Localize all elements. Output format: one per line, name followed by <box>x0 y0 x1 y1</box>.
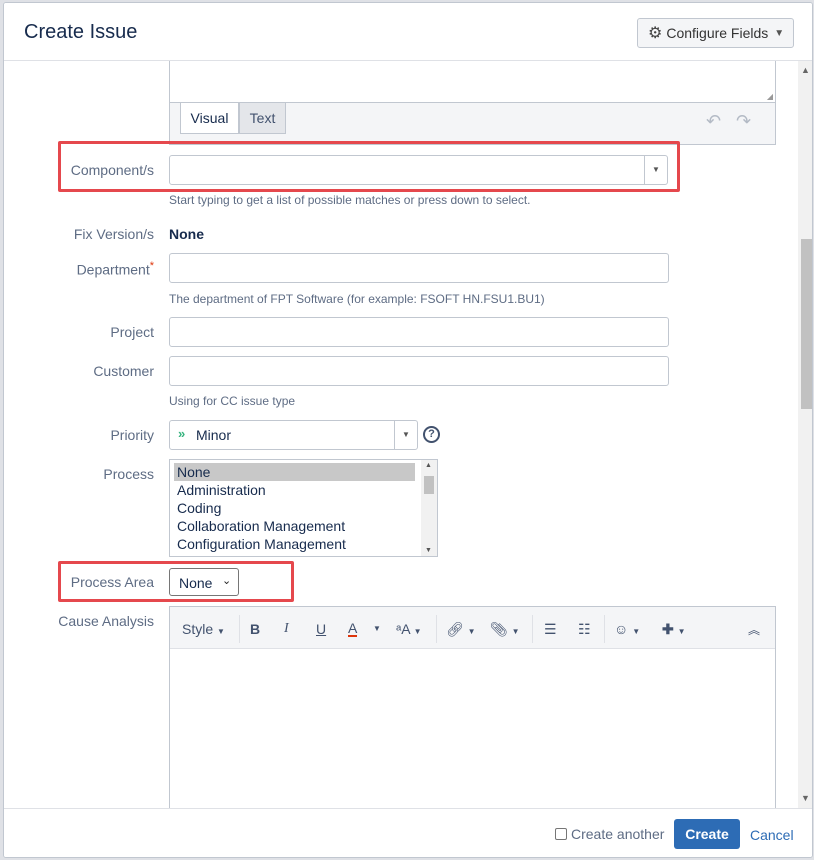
department-help: The department of FPT Software (for exam… <box>169 292 545 306</box>
italic-icon[interactable]: I <box>284 621 289 637</box>
process-label: Process <box>103 466 154 482</box>
department-label: Department* <box>4 260 154 278</box>
emoticon-icon[interactable]: ☺ ▼ <box>614 621 640 637</box>
scroll-down-icon[interactable]: ▼ <box>425 547 432 554</box>
toolbar-divider <box>239 615 240 643</box>
required-mark: * <box>149 260 154 272</box>
text-color-icon[interactable]: A <box>348 621 358 637</box>
components-label: Component/s <box>70 162 154 178</box>
configure-fields-button[interactable]: ⚙ Configure Fields ▼ <box>637 18 794 48</box>
dialog-scroll-thumb[interactable] <box>801 239 812 409</box>
gear-icon: ⚙ <box>648 25 663 42</box>
attachment-icon[interactable]: 📎︎ ▼ <box>490 621 520 638</box>
dialog-title: Create Issue <box>24 21 138 43</box>
chevron-down-icon: ⌄ <box>222 575 232 587</box>
project-label: Project <box>110 324 154 340</box>
chevron-down-icon: ▼ <box>774 27 785 39</box>
editor-toolbar: Style ▼ B I U A ▼ ᵃA ▼ 🔗︎ ▼ 📎︎ ▼ ☰ ☷ ☺ ▼… <box>170 607 775 649</box>
tab-visual[interactable]: Visual <box>180 103 239 134</box>
cause-analysis-label: Cause Analysis <box>58 613 154 629</box>
process-area-label: Process Area <box>70 574 154 590</box>
customer-label: Customer <box>93 363 154 379</box>
process-option[interactable]: Administration <box>170 481 437 499</box>
dialog-footer: Create another Create Cancel <box>4 808 812 857</box>
scroll-up-icon[interactable]: ▲ <box>801 65 810 75</box>
scroll-down-icon[interactable]: ▼ <box>801 793 810 803</box>
bold-icon[interactable]: B <box>250 621 260 637</box>
process-option[interactable]: Coding <box>170 499 437 517</box>
description-editor-area[interactable]: ◢ <box>169 61 776 103</box>
create-button[interactable]: Create <box>674 819 740 849</box>
process-option[interactable]: None <box>174 463 415 481</box>
customer-help: Using for CC issue type <box>169 394 296 408</box>
priority-dropdown-toggle[interactable]: ▼ <box>394 421 417 449</box>
bullet-list-icon[interactable]: ☰ <box>544 621 557 638</box>
scroll-up-icon[interactable]: ▲ <box>425 462 432 469</box>
style-label: Style <box>182 621 214 637</box>
project-input[interactable] <box>169 317 669 347</box>
components-dropdown-toggle[interactable]: ▼ <box>644 156 667 184</box>
dialog-scrollbar[interactable]: ▲ ▼ <box>798 61 812 808</box>
fix-versions-label: Fix Version/s <box>73 226 154 242</box>
text-format-icon[interactable]: ᵃA ▼ <box>396 621 422 637</box>
toolbar-divider <box>604 615 605 643</box>
redo-icon[interactable]: ↷ <box>736 111 751 132</box>
numbered-list-icon[interactable]: ☷ <box>578 621 591 638</box>
dialog-body: ◢ Visual Text ↶ ↷ Component/s ▼ Start ty… <box>4 61 798 808</box>
process-option[interactable]: Collaboration Management <box>170 517 437 535</box>
create-issue-dialog: Create Issue ⚙ Configure Fields ▼ ◢ Visu… <box>3 2 813 858</box>
toolbar-divider <box>532 615 533 643</box>
help-icon[interactable]: ? <box>423 426 440 443</box>
create-another-label: Create another <box>571 826 665 842</box>
toolbar-divider <box>436 615 437 643</box>
process-scrollbar[interactable]: ▲ ▼ <box>421 460 437 556</box>
components-help: Start typing to get a list of possible m… <box>169 193 531 207</box>
underline-icon[interactable]: U <box>316 621 326 637</box>
create-another-option[interactable]: Create another <box>555 826 664 842</box>
priority-value: Minor <box>196 427 232 443</box>
create-another-checkbox[interactable] <box>555 828 567 840</box>
cause-analysis-editor: Style ▼ B I U A ▼ ᵃA ▼ 🔗︎ ▼ 📎︎ ▼ ☰ ☷ ☺ ▼… <box>169 606 776 808</box>
process-option[interactable]: Configuration Management <box>170 535 437 553</box>
fix-versions-value: None <box>169 226 204 242</box>
insert-more-icon[interactable]: ✚ ▼ <box>662 621 686 638</box>
cancel-link[interactable]: Cancel <box>750 827 794 843</box>
priority-minor-icon: » <box>178 426 186 441</box>
process-listbox[interactable]: None Administration Coding Collaboration… <box>169 459 438 557</box>
link-icon[interactable]: 🔗︎ ▼ <box>446 621 476 638</box>
undo-icon[interactable]: ↶ <box>706 111 721 132</box>
tab-text[interactable]: Text <box>239 103 286 134</box>
editor-mode-bar: Visual Text ↶ ↷ <box>169 103 776 145</box>
components-input[interactable]: ▼ <box>169 155 668 185</box>
process-area-select[interactable]: None ⌄ <box>169 568 239 596</box>
resize-handle-icon[interactable]: ◢ <box>767 92 773 101</box>
priority-label: Priority <box>110 427 154 443</box>
department-label-text: Department <box>76 261 150 278</box>
chevron-down-icon[interactable]: ▼ <box>373 624 381 633</box>
style-dropdown[interactable]: Style ▼ <box>182 621 225 637</box>
dialog-header: Create Issue ⚙ Configure Fields ▼ <box>4 3 812 61</box>
customer-input[interactable] <box>169 356 669 386</box>
priority-select[interactable]: » Minor ▼ <box>169 420 418 450</box>
process-scroll-thumb[interactable] <box>424 476 434 494</box>
cause-analysis-textarea[interactable] <box>170 649 775 808</box>
department-input[interactable] <box>169 253 669 283</box>
process-area-value: None <box>179 575 213 591</box>
collapse-toolbar-icon[interactable]: ︽ <box>748 621 760 638</box>
configure-fields-label: Configure Fields <box>666 25 769 41</box>
chevron-down-icon: ▼ <box>217 627 225 636</box>
